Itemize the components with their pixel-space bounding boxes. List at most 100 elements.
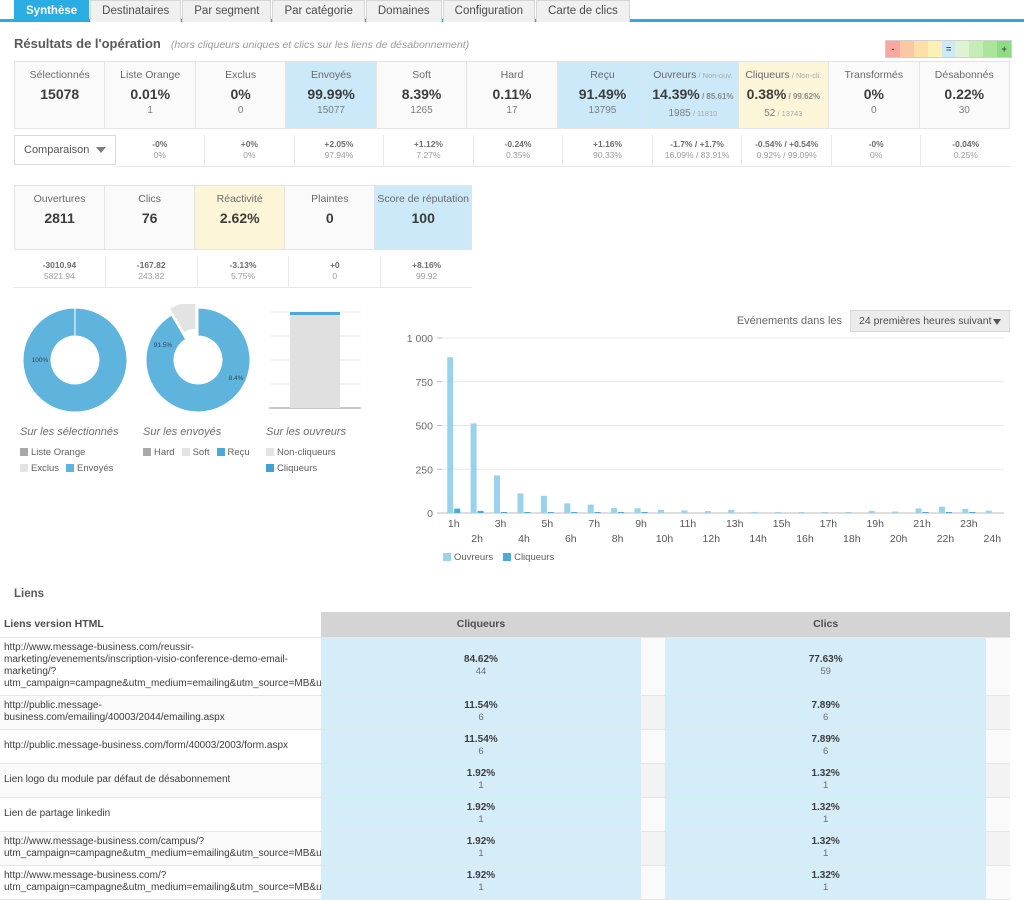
tab-destinataires[interactable]: Destinataires — [90, 0, 181, 22]
bar-ouvreurs-21h — [916, 508, 922, 513]
stat-label: Envoyés — [288, 69, 373, 82]
stat2-cell-plaintes: Plaintes0 — [284, 185, 374, 250]
link-url[interactable]: http://www.message-business.com/?utm_cam… — [0, 866, 321, 900]
link-url[interactable]: http://public.message-business.com/form/… — [0, 730, 321, 764]
x-axis-tick-label: 13h — [726, 518, 744, 530]
clics-cell-count: 59 — [669, 666, 982, 678]
x-axis-tick-label: 1h — [448, 518, 460, 530]
donut-sur-les-envoyes: 91.5%8.4% — [141, 304, 256, 416]
comparison2-cell-ouvertures: -3010.945821.94 — [14, 256, 106, 288]
comparison-previous: 0% — [834, 150, 919, 161]
chart-caption-sur-les-selectionnes: Sur les sélectionnés — [14, 426, 137, 438]
y-axis-tick-label: 0 — [427, 508, 433, 520]
link-url[interactable]: Lien logo du module par défaut de désabo… — [0, 764, 321, 798]
comparison-cell-soft: +1.12%7.27% — [384, 135, 474, 167]
comparison-previous: 7.27% — [386, 150, 471, 161]
stat2-label: Score de réputation — [377, 193, 469, 206]
x-axis-tick-label: 6h — [565, 533, 577, 545]
stat-label: Soft — [379, 69, 464, 82]
bar-ouvreurs-19h — [869, 511, 875, 513]
cliqueurs-cell-count: 6 — [325, 712, 638, 724]
bar-non-cliqueurs — [290, 315, 340, 408]
stat2-spacer — [287, 229, 372, 241]
stat2-cell-reactivite: Réactivité2.62% — [194, 185, 284, 250]
table-row[interactable]: http://www.message-business.com/?utm_cam… — [0, 866, 1010, 900]
clics-cell: 7.89%6 — [665, 730, 986, 764]
gradient-swatch-4: = — [942, 41, 956, 57]
link-url[interactable]: http://public.message-business.com/email… — [0, 696, 321, 730]
comparison-delta: +2.05% — [297, 139, 382, 150]
stat-value-secondary: / 99.62% — [786, 92, 820, 101]
cliqueurs-cell: 1.92%1 — [321, 866, 642, 900]
comparison-cell-recu: +1.16%90.33% — [563, 135, 653, 167]
tab-par-segment[interactable]: Par segment — [182, 0, 271, 22]
comparison-previous: 97.94% — [297, 150, 382, 161]
y-axis-tick-label: 750 — [415, 377, 433, 389]
stat-count: 1 — [107, 105, 192, 117]
x-axis-tick-label: 16h — [796, 533, 814, 545]
chart-caption-sur-les-envoyes: Sur les envoyés — [137, 426, 260, 438]
table-row[interactable]: http://www.message-business.com/reussir-… — [0, 638, 1010, 696]
link-url[interactable]: http://www.message-business.com/reussir-… — [0, 638, 321, 696]
stat2-value: 100 — [377, 210, 469, 226]
link-url[interactable]: Lien de partage linkedin — [0, 798, 321, 832]
clics-cell-percent: 77.63% — [669, 654, 982, 666]
comparison2-delta: +0 — [291, 260, 378, 271]
comparison-select[interactable]: Comparaison — [14, 135, 116, 165]
stat-count: 15077 — [288, 105, 373, 117]
clics-cell: 1.32%1 — [665, 832, 986, 866]
tab-par-categorie[interactable]: Par catégorie — [272, 0, 364, 22]
table-row[interactable]: http://www.message-business.com/campus/?… — [0, 832, 1010, 866]
tab-domaines[interactable]: Domaines — [366, 0, 442, 22]
stat-count: 17 — [469, 105, 554, 117]
stat2-cell-ouvertures: Ouvertures2811 — [14, 185, 104, 250]
stat-cell-cliqueurs: Cliqueurs / Non-cli.0.38% / 99.62%52 / 1… — [738, 61, 828, 129]
comparison-previous: 16.09% / 83.91% — [655, 150, 740, 161]
clics-cell-percent: 7.89% — [669, 734, 982, 746]
tab-carte-de-clics[interactable]: Carte de clics — [536, 0, 630, 22]
clics-cell-count: 6 — [669, 712, 982, 724]
table-row[interactable]: Lien logo du module par défaut de désabo… — [0, 764, 1010, 798]
stat-cell-selectionnes: Sélectionnés15078 — [14, 61, 104, 129]
stat2-spacer — [197, 229, 282, 241]
clics-spacer — [986, 764, 1010, 798]
tab-configuration[interactable]: Configuration — [443, 0, 535, 22]
stat-label: Hard — [469, 69, 554, 82]
stat2-cell-score-de-reputation: Score de réputation 100 — [374, 185, 472, 250]
bar-cliqueurs-2h — [478, 511, 484, 513]
table-row[interactable]: Lien de partage linkedin1.92%11.32%1 — [0, 798, 1010, 832]
comparison-delta: -0.24% — [476, 139, 561, 150]
legend-swatch — [217, 448, 225, 456]
links-table-header-row: Liens version HTML Cliqueurs Clics — [0, 612, 1010, 638]
bar-ouvreurs-24h — [986, 511, 992, 513]
x-axis-tick-label: 14h — [749, 533, 767, 545]
x-axis-tick-label: 24h — [984, 533, 1002, 545]
table-row[interactable]: http://public.message-business.com/email… — [0, 696, 1010, 730]
comparison-delta: +1.16% — [565, 139, 650, 150]
comparison-delta: -1.7% / +1.7% — [655, 139, 740, 150]
x-axis-tick-label: 2h — [471, 533, 483, 545]
comparison2-delta: -167.82 — [108, 260, 195, 271]
stat-label: Ouvreurs / Non-ouv. — [650, 69, 735, 82]
bar-cliqueurs-6h — [571, 512, 577, 513]
tab-synthese[interactable]: Synthèse — [14, 0, 89, 22]
gradient-swatch-7 — [983, 41, 997, 57]
stat-count: 0 — [831, 105, 916, 117]
chart-sur-les-envoyes: 91.5%8.4%Sur les envoyésHardSoftReçu — [137, 304, 260, 462]
clics-spacer — [986, 696, 1010, 730]
results-section-header: Résultats de l'opération (hors cliqueurs… — [0, 22, 1024, 61]
stat-value: 91.49% — [560, 86, 645, 102]
legend-swatch — [143, 448, 151, 456]
x-axis-tick-label: 18h — [843, 533, 861, 545]
x-axis-tick-label: 17h — [820, 518, 838, 530]
stat-cell-envoyes: Envoyés99.99%15077 — [285, 61, 375, 129]
link-url[interactable]: http://www.message-business.com/campus/?… — [0, 832, 321, 866]
charts-area: Evénements dans les 24 premières heures … — [0, 304, 1024, 574]
legend-item-soft: Soft — [182, 447, 210, 458]
chart-legend-sur-les-ouvreurs: Non-cliqueursCliqueurs — [260, 446, 370, 478]
clics-spacer — [986, 866, 1010, 900]
gradient-swatch-2 — [914, 41, 928, 57]
stacked-bar-sur-les-ouvreurs — [265, 304, 365, 416]
table-row[interactable]: http://public.message-business.com/form/… — [0, 730, 1010, 764]
donut-data-label: 8.4% — [229, 375, 244, 382]
